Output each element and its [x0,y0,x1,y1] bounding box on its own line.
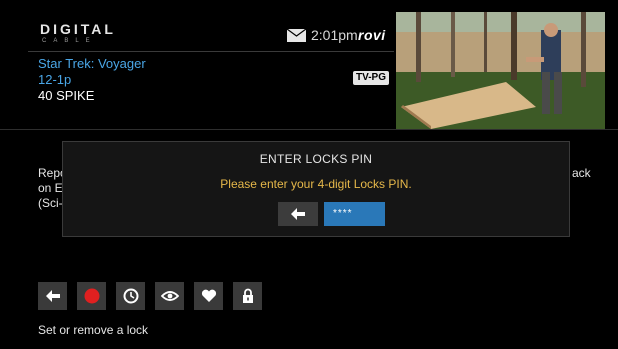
pin-input[interactable]: **** [324,202,385,226]
arrow-left-icon [45,290,60,302]
logo-main-text: DIGITAL [40,21,116,37]
description-fragment: ack [572,166,591,180]
dialog-title: ENTER LOCKS PIN [259,152,373,166]
record-button[interactable] [77,282,106,310]
eye-icon [160,291,179,301]
reminder-button[interactable] [116,282,145,310]
watch-button[interactable] [155,282,184,310]
header-divider [28,51,394,52]
program-channel: 40 SPIKE [38,88,95,103]
envelope-icon[interactable] [287,29,306,42]
dialog-back-button[interactable] [278,202,318,226]
live-video-preview[interactable] [396,12,605,129]
content-divider [0,129,618,130]
rating-badge: TV-PG [353,71,390,85]
locks-pin-dialog: ENTER LOCKS PIN Please enter your 4-digi… [62,141,570,237]
lock-button[interactable] [233,282,262,310]
dialog-message: Please enter your 4-digit Locks PIN. [220,177,412,191]
heart-icon [201,289,216,302]
logo-sub-text: CABLE [42,38,97,44]
program-title: Star Trek: Voyager [38,56,146,71]
favorite-button[interactable] [194,282,223,310]
program-time: 12-1p [38,72,72,87]
digital-cable-logo: DIGITAL CABLE [40,22,115,46]
lock-icon [242,288,253,303]
action-help-text: Set or remove a lock [38,323,149,337]
arrow-left-icon [291,208,305,220]
tv-guide-screen: DIGITAL CABLE 2:01pm rovi Star Trek: Voy… [0,0,618,349]
clock-icon [123,288,138,304]
rovi-brand: rovi [358,27,386,43]
record-icon [84,288,99,304]
clock-time: 2:01pm [311,27,358,43]
back-button[interactable] [38,282,67,310]
